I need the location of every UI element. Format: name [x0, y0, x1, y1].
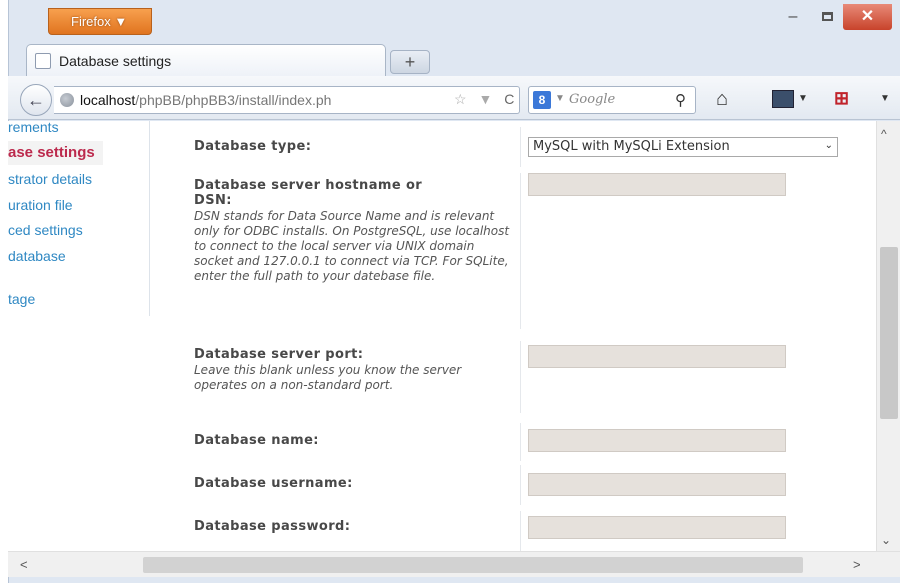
install-steps-nav: rements ase settings strator details ura… — [8, 121, 150, 316]
divider — [520, 465, 521, 505]
hostname-input[interactable] — [528, 173, 786, 196]
db-password-label: Database password: — [194, 519, 351, 534]
pdf-icon[interactable]: ⊞ — [834, 88, 856, 110]
hostname-label-dsn: DSN: — [194, 193, 232, 208]
scroll-left-icon[interactable]: < — [20, 557, 28, 572]
tab-title: Database settings — [59, 53, 172, 69]
sidebar-item-final-stage[interactable]: tage — [8, 291, 35, 307]
horizontal-scrollbar[interactable]: < > — [8, 551, 900, 577]
scroll-up-icon[interactable]: ^ — [881, 127, 887, 141]
search-bar[interactable]: 8 ▼ Google ⚲ — [528, 86, 696, 114]
port-input[interactable] — [528, 345, 786, 368]
globe-icon — [60, 93, 74, 107]
maximize-icon — [821, 12, 833, 21]
hostname-label: Database server hostname or — [194, 178, 423, 193]
sidebar-item-administrator-details[interactable]: strator details — [8, 171, 92, 187]
url-host: localhost — [80, 92, 136, 108]
search-icon[interactable]: ⚲ — [675, 91, 686, 109]
vertical-scrollbar[interactable]: ^ ⌄ — [876, 121, 900, 551]
url-bar[interactable]: localhost/phpBB/phpBB3/install/index.ph … — [54, 86, 520, 114]
port-explain: Leave this blank unless you know the ser… — [194, 363, 462, 392]
url-text[interactable]: localhost/phpBB/phpBB3/install/index.ph — [80, 92, 331, 108]
url-icons[interactable]: ☆ ▼ C — [454, 91, 518, 108]
maximize-button[interactable] — [814, 4, 840, 30]
hostname-explain: DSN stands for Data Source Name and is r… — [194, 209, 510, 283]
port-label: Database server port: — [194, 347, 364, 362]
sidebar-item-requirements[interactable]: rements — [8, 121, 59, 135]
sidebar-item-configuration-file[interactable]: uration file — [8, 197, 73, 213]
firefox-menu-button[interactable]: Firefox ▼ — [48, 8, 152, 35]
star-icon[interactable]: ☆ ▼ — [454, 91, 496, 107]
vertical-scroll-thumb[interactable] — [880, 247, 898, 419]
page-icon — [35, 53, 51, 69]
db-name-input[interactable] — [528, 429, 786, 452]
scroll-down-icon[interactable]: ⌄ — [881, 533, 891, 547]
sidebar-item-database-settings[interactable]: ase settings — [8, 141, 103, 165]
sidebar-item-create-database[interactable]: database — [8, 248, 66, 264]
home-icon[interactable]: ⌂ — [716, 88, 728, 111]
divider — [520, 173, 521, 329]
db-name-label: Database name: — [194, 433, 319, 448]
chevron-down-icon[interactable]: ▼ — [880, 93, 890, 104]
url-path: /phpBB/phpBB3/install/index.ph — [135, 92, 332, 108]
db-type-label: Database type: — [194, 139, 312, 154]
page-viewport: rements ase settings strator details ura… — [8, 121, 876, 551]
db-username-label: Database username: — [194, 476, 353, 491]
close-button[interactable]: ✕ — [843, 4, 892, 30]
chevron-down-icon[interactable]: ⌄ — [825, 140, 833, 151]
divider — [520, 341, 521, 413]
chevron-down-icon[interactable]: ▼ — [798, 93, 808, 104]
db-username-input[interactable] — [528, 473, 786, 496]
db-password-input[interactable] — [528, 516, 786, 539]
database-settings-form: Database type: MySQL with MySQLi Extensi… — [180, 121, 876, 551]
scroll-right-icon[interactable]: > — [853, 557, 861, 572]
horizontal-scroll-thumb[interactable] — [143, 557, 803, 573]
db-type-select[interactable]: MySQL with MySQLi Extension ⌄ — [528, 137, 838, 157]
divider — [520, 511, 521, 551]
reload-icon[interactable]: C — [504, 91, 518, 107]
google-icon[interactable]: 8 — [533, 91, 551, 109]
search-placeholder[interactable]: Google — [569, 92, 615, 107]
chevron-down-icon[interactable]: ▼ — [555, 93, 565, 104]
back-button[interactable]: ← — [20, 84, 52, 116]
db-type-selected: MySQL with MySQLi Extension — [533, 139, 730, 154]
bookmarks-icon[interactable] — [772, 90, 794, 108]
sidebar-item-advanced-settings[interactable]: ced settings — [8, 222, 83, 238]
divider — [520, 127, 521, 167]
minimize-button[interactable]: – — [778, 4, 808, 30]
tab-database-settings[interactable]: Database settings — [26, 44, 386, 76]
divider — [520, 423, 521, 461]
new-tab-button[interactable]: + — [390, 50, 430, 74]
